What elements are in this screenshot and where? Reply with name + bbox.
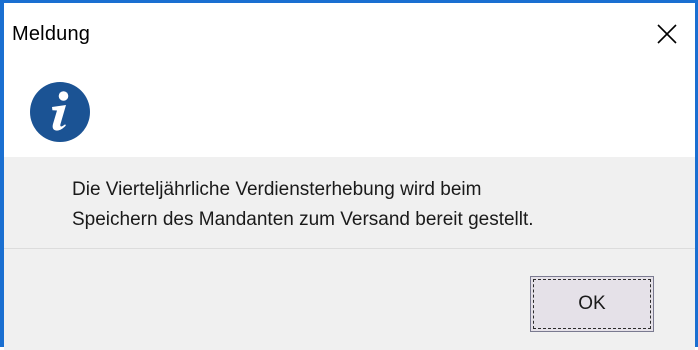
info-icon <box>30 82 90 142</box>
close-button[interactable] <box>639 11 695 57</box>
dialog-title: Meldung <box>12 23 91 45</box>
ok-button[interactable]: OK <box>530 276 654 332</box>
message-line-2: Speichern des Mandanten zum Versand bere… <box>72 209 534 230</box>
button-bar: OK <box>4 249 695 350</box>
message-dialog: Meldung Die Vierteljährliche Verdienster… <box>0 0 698 350</box>
icon-area <box>4 73 695 157</box>
close-icon <box>657 24 677 44</box>
message-text: Die Vierteljährliche Verdiensterhebung w… <box>72 175 534 235</box>
message-area: Die Vierteljährliche Verdiensterhebung w… <box>4 157 695 248</box>
message-line-1: Die Vierteljährliche Verdiensterhebung w… <box>72 179 482 200</box>
title-bar: Meldung <box>4 3 695 73</box>
